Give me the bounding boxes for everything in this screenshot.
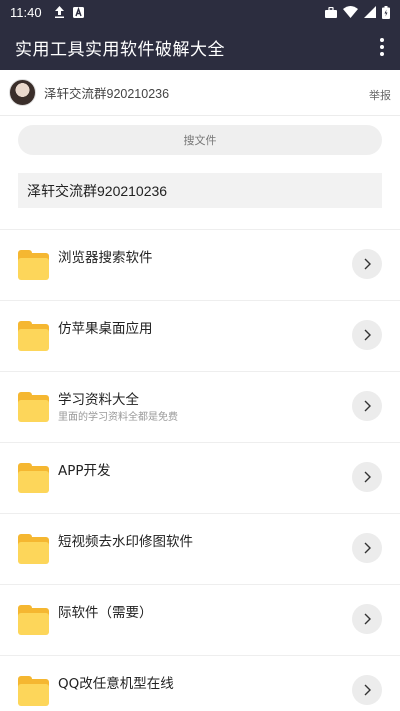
more-vert-icon[interactable] [378, 38, 386, 56]
folder-icon [18, 321, 49, 351]
folder-icon [18, 534, 49, 564]
file-title: 浏览器搜索软件 [58, 250, 153, 266]
list-item[interactable]: 学习资料大全 里面的学习资料全都是免费 [0, 372, 400, 443]
file-title: 短视频去水印修图软件 [58, 534, 193, 550]
list-item[interactable]: 际软件（需要） [0, 585, 400, 656]
battery-icon [382, 5, 390, 19]
folder-icon [18, 392, 49, 422]
file-title: 学习资料大全 [58, 392, 139, 408]
status-time: 11:40 [10, 4, 42, 20]
chevron-right-icon[interactable] [352, 249, 382, 279]
chevron-right-icon[interactable] [352, 604, 382, 634]
search-placeholder: 搜文件 [183, 134, 217, 147]
signal-icon [364, 6, 376, 18]
list-item[interactable]: 短视频去水印修图软件 [0, 514, 400, 585]
list-item[interactable]: APP开发 [0, 443, 400, 514]
avatar[interactable] [9, 79, 36, 106]
group-info-text: 泽轩交流群920210236 [27, 182, 168, 199]
file-title: 仿苹果桌面应用 [58, 321, 153, 337]
file-title: 际软件（需要） [58, 605, 153, 621]
folder-icon [18, 250, 49, 280]
briefcase-icon [325, 6, 337, 18]
a-icon [72, 6, 84, 18]
page-title: 实用工具实用软件破解大全 [15, 39, 225, 60]
file-subtitle: 里面的学习资料全都是免费 [58, 412, 178, 423]
app-bar: 实用工具实用软件破解大全 [0, 24, 400, 70]
user-name: 泽轩交流群920210236 [44, 87, 170, 101]
folder-icon [18, 463, 49, 493]
file-list: 浏览器搜索软件 仿苹果桌面应用 学习资料大全 里面的学习资料全都是免费 APP开… [0, 230, 400, 711]
list-item[interactable]: QQ改任意机型在线 [0, 656, 400, 711]
wifi-icon [343, 6, 358, 18]
list-item[interactable]: 仿苹果桌面应用 [0, 301, 400, 372]
search-input[interactable]: 搜文件 [18, 125, 382, 155]
group-info-box: 泽轩交流群920210236 [18, 173, 382, 208]
user-row[interactable]: 泽轩交流群920210236 举报 [0, 70, 400, 116]
report-link[interactable]: 举报 [369, 87, 391, 103]
status-bar: 11:40 [0, 0, 400, 24]
upload-icon [54, 6, 64, 18]
list-item[interactable]: 浏览器搜索软件 [0, 230, 400, 301]
file-title: APP开发 [58, 463, 111, 479]
folder-icon [18, 676, 49, 706]
status-right-icons [325, 5, 390, 19]
chevron-right-icon[interactable] [352, 320, 382, 350]
chevron-right-icon[interactable] [352, 533, 382, 563]
file-title: QQ改任意机型在线 [58, 676, 174, 692]
chevron-right-icon[interactable] [352, 462, 382, 492]
chevron-right-icon[interactable] [352, 391, 382, 421]
folder-icon [18, 605, 49, 635]
status-left-icons [54, 6, 84, 18]
chevron-right-icon[interactable] [352, 675, 382, 705]
